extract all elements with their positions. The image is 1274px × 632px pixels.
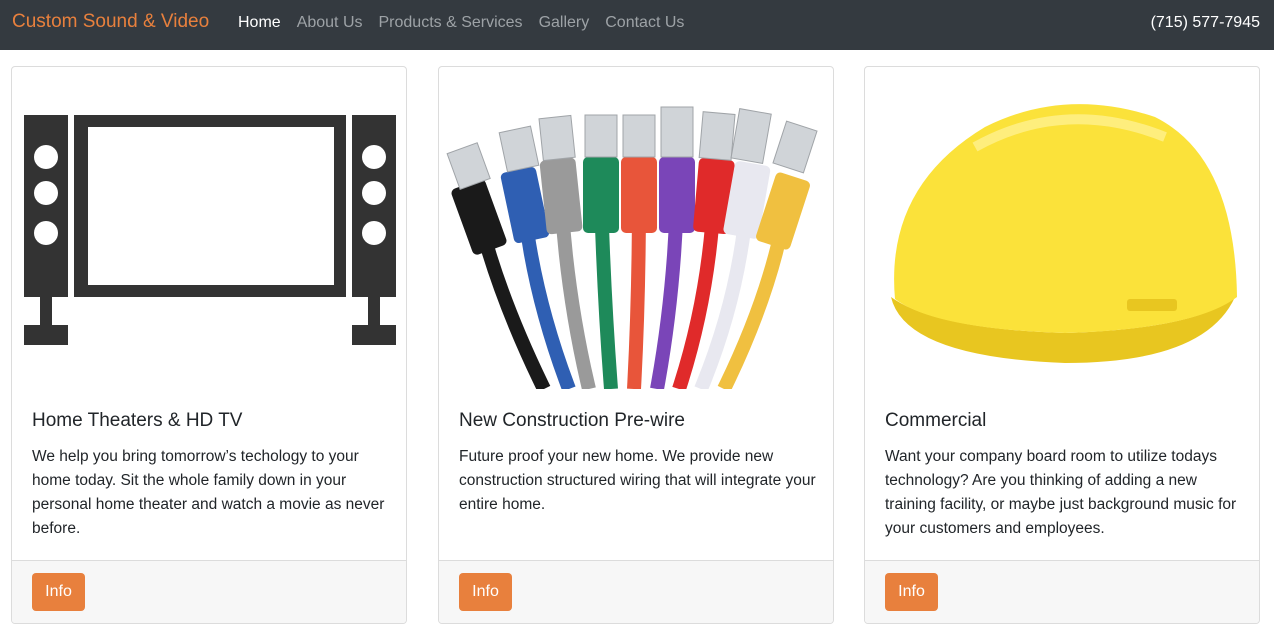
info-button[interactable]: Info	[459, 573, 512, 611]
network-cables-icon	[446, 106, 818, 389]
card-commercial: Commercial Want your company board room …	[864, 66, 1260, 624]
navbar: Custom Sound & Video Home About Us Produ…	[0, 0, 1274, 50]
card-image	[865, 67, 1259, 389]
card-footer: Info	[865, 560, 1259, 623]
card-image	[12, 67, 406, 389]
nav-gallery[interactable]: Gallery	[539, 12, 590, 34]
card-title: New Construction Pre-wire	[459, 410, 685, 431]
card-text: Future proof your new home. We provide n…	[459, 448, 816, 513]
card-new-construction: New Construction Pre-wire Future proof y…	[438, 66, 834, 624]
card-title: Home Theaters & HD TV	[32, 410, 243, 431]
card-text: We help you bring tomorrow’s techology t…	[32, 448, 385, 537]
main-nav: Home About Us Products & Services Galler…	[238, 12, 700, 34]
card-home-theaters: Home Theaters & HD TV We help you bring …	[11, 66, 407, 624]
card-footer: Info	[12, 560, 406, 623]
hard-hat-icon	[891, 104, 1237, 363]
nav-about-us[interactable]: About Us	[297, 12, 363, 34]
card-text: Want your company board room to utilize …	[885, 448, 1237, 537]
nav-products-services[interactable]: Products & Services	[379, 12, 523, 34]
card-footer: Info	[439, 560, 833, 623]
card-title: Commercial	[885, 410, 987, 431]
card-image	[439, 67, 833, 389]
nav-home[interactable]: Home	[238, 12, 281, 34]
phone-number: (715) 577-7945	[1150, 14, 1260, 31]
info-button[interactable]: Info	[32, 573, 85, 611]
nav-contact-us[interactable]: Contact Us	[605, 12, 684, 34]
home-theater-icon	[24, 115, 396, 345]
brand-logo[interactable]: Custom Sound & Video	[12, 10, 209, 34]
info-button[interactable]: Info	[885, 573, 938, 611]
